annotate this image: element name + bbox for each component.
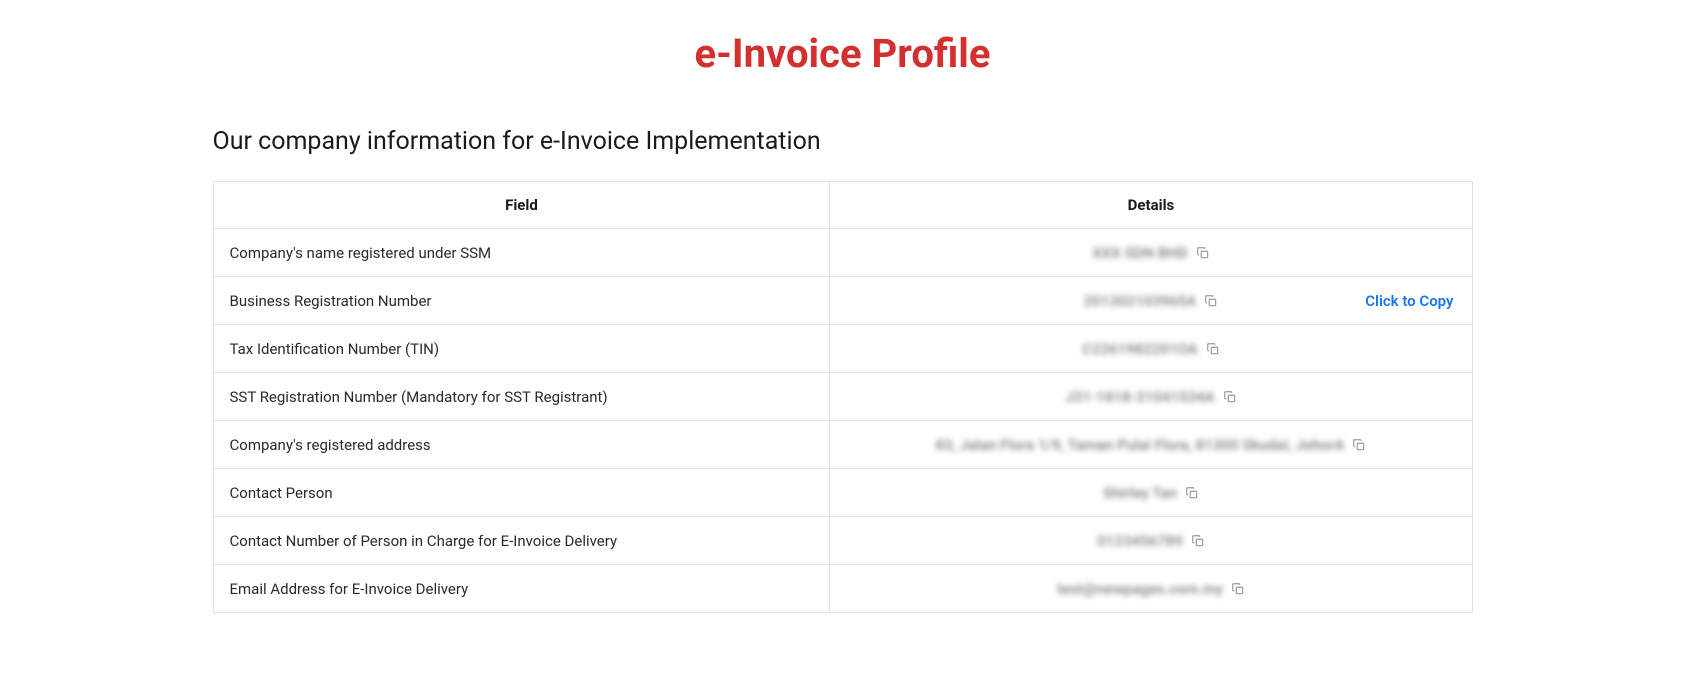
field-cell: Company's registered address [213, 421, 830, 469]
table-row: Contact Number of Person in Charge for E… [213, 517, 1472, 565]
details-cell: 83, Jalan Flora 1/9, Taman Pulai Flora, … [830, 421, 1472, 469]
field-cell: SST Registration Number (Mandatory for S… [213, 373, 830, 421]
details-cell: test@newpages.com.my [830, 565, 1472, 613]
details-cell: Shirley Tan [830, 469, 1472, 517]
copy-icon[interactable] [1185, 486, 1199, 500]
table-row: Company's name registered under SSM XXX S… [213, 229, 1472, 277]
click-to-copy-link[interactable]: Click to Copy [1365, 292, 1453, 310]
table-row: Business Registration Number201302103965… [213, 277, 1472, 325]
copy-icon[interactable] [1231, 582, 1245, 596]
details-value: J31-1818-31041534A [1065, 388, 1214, 406]
field-cell: Contact Person [213, 469, 830, 517]
field-cell: Contact Number of Person in Charge for E… [213, 517, 830, 565]
details-value: C2261982201OA [1082, 340, 1198, 358]
copy-icon[interactable] [1223, 390, 1237, 404]
copy-icon[interactable] [1206, 342, 1220, 356]
details-value: 0123456789 [1097, 532, 1183, 550]
table-row: Tax Identification Number (TIN) C22619822… [213, 325, 1472, 373]
details-value: test@newpages.com.my [1057, 580, 1223, 598]
copy-icon[interactable] [1191, 534, 1205, 548]
details-cell: XXX SDN BHD [830, 229, 1472, 277]
details-value: Shirley Tan [1103, 484, 1177, 502]
details-value: XXX SDN BHD [1092, 244, 1187, 262]
details-cell: C2261982201OA [830, 325, 1472, 373]
table-row: Company's registered address 83, Jalan Fl… [213, 421, 1472, 469]
field-cell: Company's name registered under SSM [213, 229, 830, 277]
table-row: Email Address for E-Invoice Delivery test… [213, 565, 1472, 613]
field-cell: Email Address for E-Invoice Delivery [213, 565, 830, 613]
copy-icon[interactable] [1196, 246, 1210, 260]
info-table: Field Details Company's name registered … [213, 181, 1473, 613]
field-cell: Business Registration Number [213, 277, 830, 325]
subtitle: Our company information for e-Invoice Im… [213, 127, 1473, 156]
details-cell: 0123456789 [830, 517, 1472, 565]
details-value: 201302103965A [1084, 292, 1197, 310]
details-cell: J31-1818-31041534A [830, 373, 1472, 421]
details-cell: 201302103965A Click to Copy [830, 277, 1472, 325]
details-value: 83, Jalan Flora 1/9, Taman Pulai Flora, … [935, 436, 1344, 454]
field-cell: Tax Identification Number (TIN) [213, 325, 830, 373]
header-details: Details [830, 182, 1472, 229]
table-row: SST Registration Number (Mandatory for S… [213, 373, 1472, 421]
copy-icon[interactable] [1204, 294, 1218, 308]
page-title: e-Invoice Profile [213, 30, 1473, 77]
header-field: Field [213, 182, 830, 229]
table-row: Contact Person Shirley Tan [213, 469, 1472, 517]
copy-icon[interactable] [1352, 438, 1366, 452]
